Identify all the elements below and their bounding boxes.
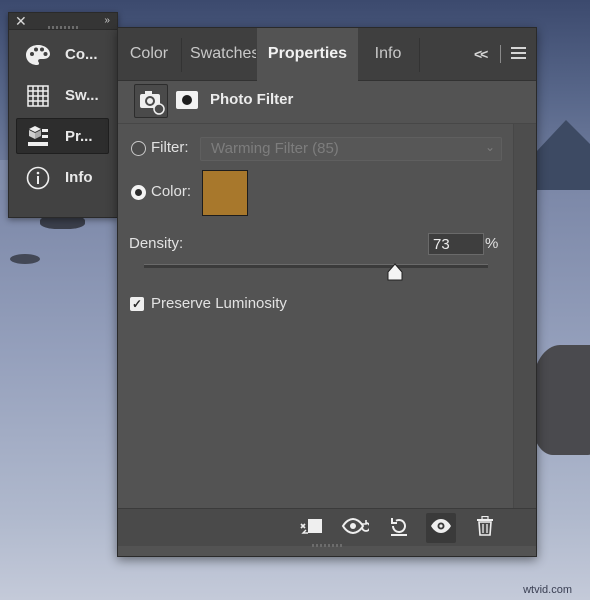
color-label: Color: <box>151 183 192 200</box>
density-slider-handle[interactable] <box>387 263 403 281</box>
density-slider[interactable] <box>144 264 488 268</box>
delete-button[interactable] <box>470 513 500 543</box>
dock-item-label: Sw... <box>65 87 99 104</box>
properties-content: Filter: Warming Filter (85) ⌄ Color: Den… <box>118 124 512 508</box>
layer-mask-icon[interactable] <box>176 91 198 109</box>
clip-to-layer-icon <box>298 516 324 541</box>
tab-swatches[interactable]: Swatches <box>182 28 256 80</box>
background-rock <box>10 254 40 264</box>
dock-item-swatches[interactable]: Sw... <box>9 75 117 116</box>
filter-label: Filter: <box>151 139 189 156</box>
tab-info[interactable]: Info <box>358 28 418 80</box>
density-input[interactable] <box>428 233 484 255</box>
drag-grip[interactable] <box>312 544 342 547</box>
dock-item-color[interactable]: Co... <box>9 34 117 75</box>
properties-header: Photo Filter <box>118 81 536 124</box>
properties-icon <box>25 124 51 150</box>
filter-radio[interactable] <box>131 141 146 156</box>
preserve-luminosity-label: Preserve Luminosity <box>151 295 287 312</box>
chevron-down-icon: ⌄ <box>484 140 495 154</box>
swatches-grid-icon <box>25 83 51 109</box>
visibility-eye-icon <box>430 518 452 539</box>
drag-grip[interactable] <box>48 26 78 29</box>
dock-item-label: Info <box>65 169 93 186</box>
view-previous-state-button[interactable] <box>340 513 371 543</box>
clip-to-layer-button[interactable] <box>296 513 326 543</box>
view-previous-state-icon <box>341 516 371 541</box>
panel-dock: ✕ ›› Co... Sw... Pr... Info <box>8 12 118 218</box>
color-radio[interactable] <box>131 185 146 200</box>
watermark: wtvid.com <box>523 584 572 596</box>
reset-button[interactable] <box>384 513 414 543</box>
tab-bar: Color Swatches Properties Info << <box>118 28 536 81</box>
palette-icon <box>25 42 51 68</box>
collapse-panel-icon[interactable]: << <box>474 28 488 80</box>
preserve-luminosity-checkbox[interactable]: ✓ <box>130 297 144 311</box>
ctrl-divider <box>500 45 501 63</box>
dock-item-info[interactable]: Info <box>9 157 117 198</box>
filter-select-value: Warming Filter (85) <box>211 140 339 157</box>
visibility-button[interactable] <box>426 513 456 543</box>
trash-icon <box>476 515 494 541</box>
dock-item-label: Co... <box>65 46 98 63</box>
panel-menu-icon[interactable] <box>511 47 526 61</box>
info-icon <box>25 165 51 191</box>
panel-footer <box>118 508 536 547</box>
tab-properties[interactable]: Properties <box>257 28 358 81</box>
tab-divider <box>419 38 420 72</box>
dock-item-label: Pr... <box>65 128 93 145</box>
density-label: Density: <box>129 235 184 252</box>
scrollbar[interactable] <box>513 124 536 508</box>
color-swatch[interactable] <box>202 170 248 216</box>
panel-title: Photo Filter <box>210 91 294 108</box>
reset-icon <box>388 515 410 542</box>
background-rock <box>532 345 590 455</box>
adjustment-layer-icon[interactable] <box>134 84 168 118</box>
properties-panel: Color Swatches Properties Info << Photo … <box>117 27 537 557</box>
tab-color[interactable]: Color <box>118 28 180 80</box>
expand-panels-icon[interactable]: ›› <box>104 13 110 29</box>
dock-item-properties[interactable]: Pr... <box>9 116 117 157</box>
filter-select[interactable]: Warming Filter (85) ⌄ <box>200 137 502 161</box>
panel-dock-header: ✕ ›› <box>9 13 117 30</box>
close-icon[interactable]: ✕ <box>15 13 27 29</box>
density-unit: % <box>485 235 499 252</box>
